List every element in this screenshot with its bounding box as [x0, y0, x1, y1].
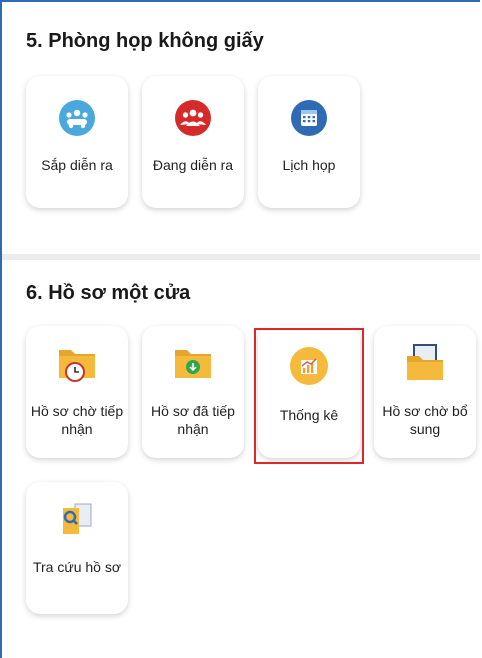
group-people-icon [175, 100, 211, 136]
folder-clock-icon [59, 350, 95, 382]
tile-ongoing-meetings[interactable]: Đang diễn ra [142, 76, 244, 208]
tile-label: Đang diễn ra [152, 157, 234, 173]
tile-label: Hồ sơ chờ bổ sung [382, 403, 468, 437]
calendar-icon [291, 100, 327, 136]
tile-label: Hồ sơ đã tiếp nhận [151, 403, 235, 437]
folder-document-icon [407, 344, 443, 380]
search-document-icon [63, 503, 92, 534]
section-one-stop-records: 6. Hồ sơ một cửa Hồ sơ chờ tiếp nhận Hồ … [2, 260, 480, 658]
tile-search-records[interactable]: Tra cứu hồ sơ [26, 482, 128, 614]
tile-label: Tra cứu hồ sơ [32, 559, 122, 575]
tile-upcoming-meetings[interactable]: Sắp diễn ra [26, 76, 128, 208]
section-paperless-meeting: 5. Phòng họp không giấy Sắp diễn ra Đang… [2, 2, 480, 254]
tile-records-awaiting-supplement[interactable]: Hồ sơ chờ bổ sung [374, 326, 476, 458]
folder-download-icon [175, 350, 211, 378]
people-meeting-icon [59, 100, 95, 136]
tile-records-awaiting-reception[interactable]: Hồ sơ chờ tiếp nhận [26, 326, 128, 458]
tile-label: Lịch họp [282, 157, 336, 173]
section-title: 6. Hồ sơ một cửa [26, 282, 191, 304]
tile-label: Hồ sơ chờ tiếp nhận [30, 403, 124, 437]
tile-meeting-schedule[interactable]: Lịch họp [258, 76, 360, 208]
tile-records-received[interactable]: Hồ sơ đã tiếp nhận [142, 326, 244, 458]
highlight-box [254, 328, 364, 464]
tile-label: Sắp diễn ra [41, 157, 113, 173]
section-title: 5. Phòng họp không giấy [26, 30, 264, 52]
